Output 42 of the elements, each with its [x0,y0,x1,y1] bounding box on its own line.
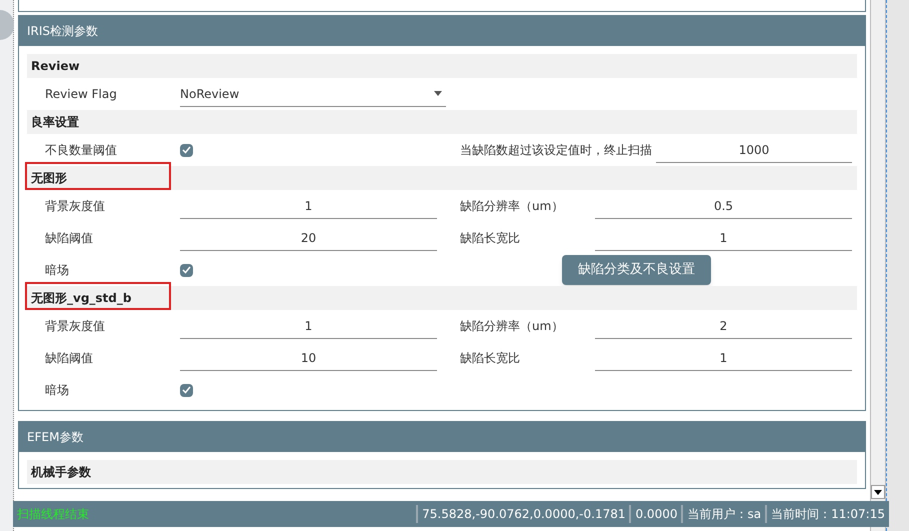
checkbox[interactable] [180,384,193,396]
field-label: 背景灰度值 [45,198,106,214]
input-field[interactable]: 20 [180,225,437,251]
field-label: 暗场 [45,382,70,398]
panel-header: EFEM参数 [19,422,865,452]
checkbox[interactable] [180,144,193,156]
input-field[interactable]: 10 [180,345,437,371]
status-text: 75.5828,-90.0762,0.0000,-0.1781 [416,505,630,523]
checkbox[interactable] [180,264,193,276]
field-label: 缺陷长宽比 [460,230,521,246]
scroll-down-button[interactable] [871,485,885,499]
field-label: 缺陷阈值 [45,230,94,246]
group-header: 良率设置 [27,110,857,134]
group-header: 机械手参数 [27,460,857,484]
group-header: Review [27,54,857,78]
input-field[interactable]: 1 [180,313,437,339]
panel-header: IRIS检测参数 [19,16,865,46]
caret-icon [874,490,882,494]
input-field[interactable]: 1000 [656,137,852,163]
field-label: 缺陷阈值 [45,350,94,366]
input-field[interactable]: 1 [595,345,852,371]
defect-settings-button[interactable]: 缺陷分类及不良设置 [562,255,711,285]
field-label: 缺陷长宽比 [460,350,521,366]
field-label: 缺陷分辨率（um） [460,318,564,334]
input-field[interactable]: 0.5 [595,193,852,219]
dropdown-field[interactable]: NoReview [180,81,446,107]
status-text: 当前用户：sa [681,505,766,523]
input-field[interactable]: 2 [595,313,852,339]
group-header: 无图形 [27,166,857,190]
caret-icon [434,91,442,96]
group-header: 无图形_vg_std_b [27,286,857,310]
input-field[interactable]: 1 [180,193,437,219]
field-label: 当缺陷数超过该设定值时，终止扫描 [460,142,653,158]
field-label: 缺陷分辨率（um） [460,198,564,214]
field-label: 背景灰度值 [45,318,106,334]
status-message: 扫描线程结束 [16,506,90,523]
field-label: Review Flag [45,86,118,102]
input-field[interactable]: 1 [595,225,852,251]
status-text: 当前时间：11:07:15 [765,505,889,523]
status-text: 0.0000 [629,505,682,523]
field-label: 暗场 [45,262,70,278]
field-label: 不良数量阈值 [45,142,118,158]
